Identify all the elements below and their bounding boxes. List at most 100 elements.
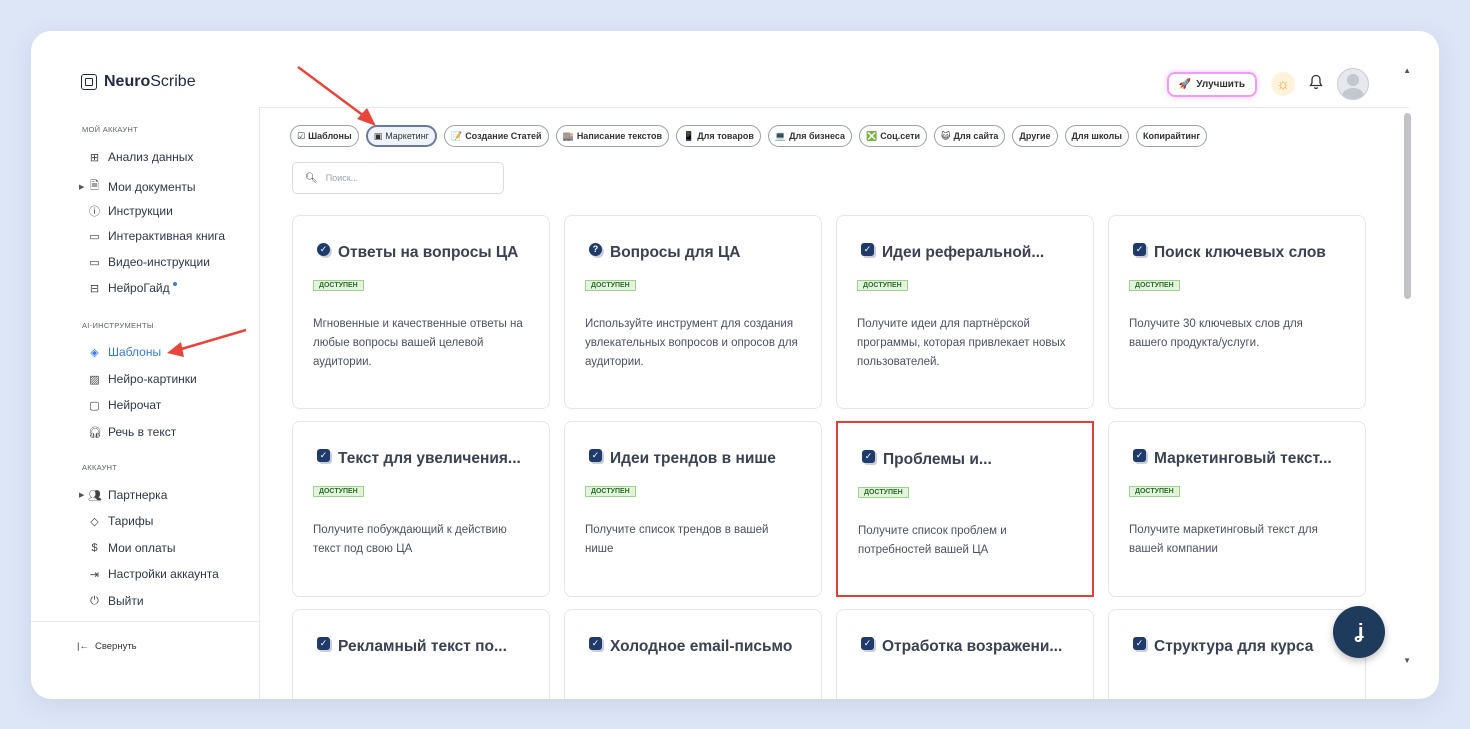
card-description: Получите список трендов в вашей нише — [585, 524, 769, 555]
filter-chip-templates[interactable]: ☑ Шаблоны — [290, 125, 359, 147]
sidebar-item-label: Тарифы — [108, 514, 154, 528]
card-title: ✓ Идеи трендов в нише — [589, 448, 776, 468]
sidebar-item-my-payments[interactable]: $ Мои оплаты — [88, 541, 176, 555]
card-title: ✓ Маркетинговый текст... — [1133, 448, 1332, 468]
template-card[interactable]: ✓ Идеи реферальной... ДОСТУПЕН Получите и… — [836, 215, 1094, 409]
tag-icon: ◇ — [90, 515, 99, 528]
card-title-text: Идеи трендов в нише — [610, 450, 776, 467]
sidebar-item-partner[interactable]: ▶ 👥︎ Партнерка — [79, 488, 168, 502]
sidebar-item-label: Мои оплаты — [108, 541, 176, 555]
status-badge: ДОСТУПЕН — [1129, 280, 1180, 291]
sidebar-item-label: Речь в текст — [108, 425, 177, 439]
chat-icon: ▢ — [89, 399, 100, 412]
template-card[interactable]: ✓ Рекламный текст по... — [292, 609, 550, 699]
collapse-sidebar-button[interactable]: |← Свернуть — [77, 641, 137, 652]
sidebar-item-label: НейроГайд — [108, 281, 170, 295]
filter-chip-social[interactable]: ❎ Соц.сети — [858, 125, 928, 147]
scroll-down-arrow-icon[interactable]: ▼ — [1403, 656, 1411, 665]
chip-label: Другие — [1019, 131, 1051, 141]
avatar[interactable] — [1337, 68, 1369, 100]
sidebar-item-logout[interactable]: ⏻ Выйти — [88, 594, 143, 608]
laptop-icon: 💻 — [774, 130, 787, 141]
scrollbar-thumb[interactable] — [1404, 113, 1411, 299]
status-badge: ДОСТУПЕН — [857, 280, 908, 291]
search-input[interactable]: 🔍︎ Поиск... — [292, 162, 504, 194]
filter-chip-website[interactable]: 😺 Для сайта — [934, 125, 1006, 147]
chip-label: Для школы — [1071, 131, 1122, 141]
template-card[interactable]: ✓ Идеи трендов в нише ДОСТУПЕН Получите с… — [564, 421, 822, 597]
filter-chip-articles[interactable]: 📝 Создание Статей — [443, 125, 549, 147]
card-description: Получите маркетинговый текст для вашей к… — [1129, 524, 1318, 555]
template-card[interactable]: ? Вопросы для ЦА ДОСТУПЕН Используйте инс… — [564, 215, 822, 409]
chip-label: Для товаров — [697, 131, 754, 141]
sidebar-item-neuroguide[interactable]: ⊟ НейроГайд — [88, 281, 177, 295]
filter-chip-products[interactable]: 📱 Для товаров — [676, 125, 761, 147]
filter-chip-marketing[interactable]: ▣ Маркетинг — [365, 125, 437, 147]
sidebar-item-account-settings[interactable]: ⇥ Настройки аккаунта — [88, 567, 219, 581]
caret-right-icon: ▶ — [79, 183, 85, 191]
sidebar-item-tariffs[interactable]: ◇ Тарифы — [88, 514, 153, 528]
video-icon: ▭ — [89, 256, 100, 269]
filter-chip-business[interactable]: 💻 Для бизнеса — [767, 125, 852, 147]
template-card[interactable]: ✓ Ответы на вопросы ЦА ДОСТУПЕН Мгновенны… — [292, 215, 550, 409]
sidebar-item-label: Партнерка — [108, 488, 168, 502]
filter-chip-other[interactable]: Другие — [1012, 125, 1058, 147]
theme-toggle-sun-icon[interactable]: ☼ — [1271, 72, 1295, 96]
sidebar-item-label: Мои документы — [108, 179, 196, 194]
sidebar-item-speech-to-text[interactable]: 🎧︎ Речь в текст — [88, 425, 176, 439]
sidebar-item-neuro-images[interactable]: ▨ Нейро-картинки — [88, 372, 196, 386]
filter-chip-text-writing[interactable]: 🏬 Написание текстов — [555, 125, 670, 147]
check-circle-icon: ✓ — [317, 242, 330, 256]
document-icon: 🗎 — [90, 180, 99, 192]
sidebar-item-instructions[interactable]: ⓘ Инструкции — [88, 203, 173, 219]
sidebar-item-label: Видео-инструкции — [108, 255, 210, 269]
sidebar-item-interactive-book[interactable]: ▭ Интерактивная книга — [88, 229, 225, 243]
checkbox-icon: ☑ — [297, 130, 306, 141]
card-title-text: Поиск ключевых слов — [1154, 244, 1326, 261]
sidebar-item-templates[interactable]: ◈ Шаблоны — [88, 345, 161, 359]
card-title: ? Вопросы для ЦА — [589, 242, 740, 262]
chip-label: Создание Статей — [465, 131, 542, 141]
notebook-icon: ▣ — [373, 130, 383, 141]
template-card[interactable]: ✓ Маркетинговый текст... ДОСТУПЕН Получит… — [1108, 421, 1366, 597]
template-card[interactable]: ✓ Структура для курса — [1108, 609, 1366, 699]
sidebar-item-video-instructions[interactable]: ▭ Видео-инструкции — [88, 255, 210, 269]
app-window: Neuro Scribe 🚀 Улучшить ☼ МОЙ АККАУНТ ⊞ Ан… — [31, 31, 1439, 699]
sidebar-item-my-documents[interactable]: ▶ 🗎 Мои документы — [79, 177, 196, 196]
chat-assistant-button[interactable]: ʝ — [1333, 606, 1385, 658]
card-title-text: Рекламный текст по... — [338, 638, 507, 655]
card-description: Получите идеи для партнёрской программы,… — [857, 318, 1066, 368]
card-title: ✓ Идеи реферальной... — [861, 242, 1044, 262]
filter-chip-school[interactable]: Для школы — [1064, 125, 1129, 147]
sidebar-item-data-analysis[interactable]: ⊞ Анализ данных — [88, 150, 194, 164]
checkbox-icon: ✓ — [317, 448, 330, 462]
sidebar-item-neurochat[interactable]: ▢ Нейрочат — [88, 398, 161, 412]
header-actions: 🚀 Улучшить ☼ — [1166, 68, 1369, 100]
template-card[interactable]: ✓ Отработка возражени... — [836, 609, 1094, 699]
template-card[interactable]: ✓ Текст для увеличения... ДОСТУПЕН Получи… — [292, 421, 550, 597]
card-title-text: Структура для курса — [1154, 638, 1314, 655]
status-badge: ДОСТУПЕН — [585, 280, 636, 291]
bell-icon[interactable] — [1309, 74, 1323, 95]
status-badge: ДОСТУПЕН — [585, 486, 636, 497]
filter-chip-copywriting[interactable]: Копирайтинг — [1135, 125, 1208, 147]
chip-label: Для сайта — [953, 131, 999, 141]
store-icon: 🏬 — [562, 130, 574, 141]
scroll-up-arrow-icon[interactable]: ▲ — [1403, 66, 1411, 75]
logo[interactable]: Neuro Scribe — [81, 73, 196, 91]
template-card-highlighted[interactable]: ✓ Проблемы и... ДОСТУПЕН Получите список … — [836, 421, 1094, 597]
template-card[interactable]: ✓ Холодное email-письмо — [564, 609, 822, 699]
sidebar-item-label: Шаблоны — [108, 345, 162, 359]
sidebar-item-label: Инструкции — [108, 204, 173, 218]
upgrade-button[interactable]: 🚀 Улучшить — [1166, 71, 1257, 97]
chip-label: Соц.сети — [880, 131, 921, 141]
card-title-text: Отработка возражени... — [882, 638, 1063, 655]
upgrade-label: Улучшить — [1196, 78, 1245, 90]
phone-icon: 📱 — [683, 130, 695, 141]
category-filters: ☑ Шаблоны ▣ Маркетинг 📝 Создание Статей 🏬 На… — [290, 125, 1208, 147]
card-title: ✓ Проблемы и... — [862, 449, 992, 469]
card-title: ✓ Текст для увеличения... — [317, 448, 521, 468]
grid-icon: ⊞ — [89, 151, 100, 164]
template-card[interactable]: ✓ Поиск ключевых слов ДОСТУПЕН Получите 3… — [1108, 215, 1366, 409]
memo-icon: 📝 — [450, 130, 463, 141]
